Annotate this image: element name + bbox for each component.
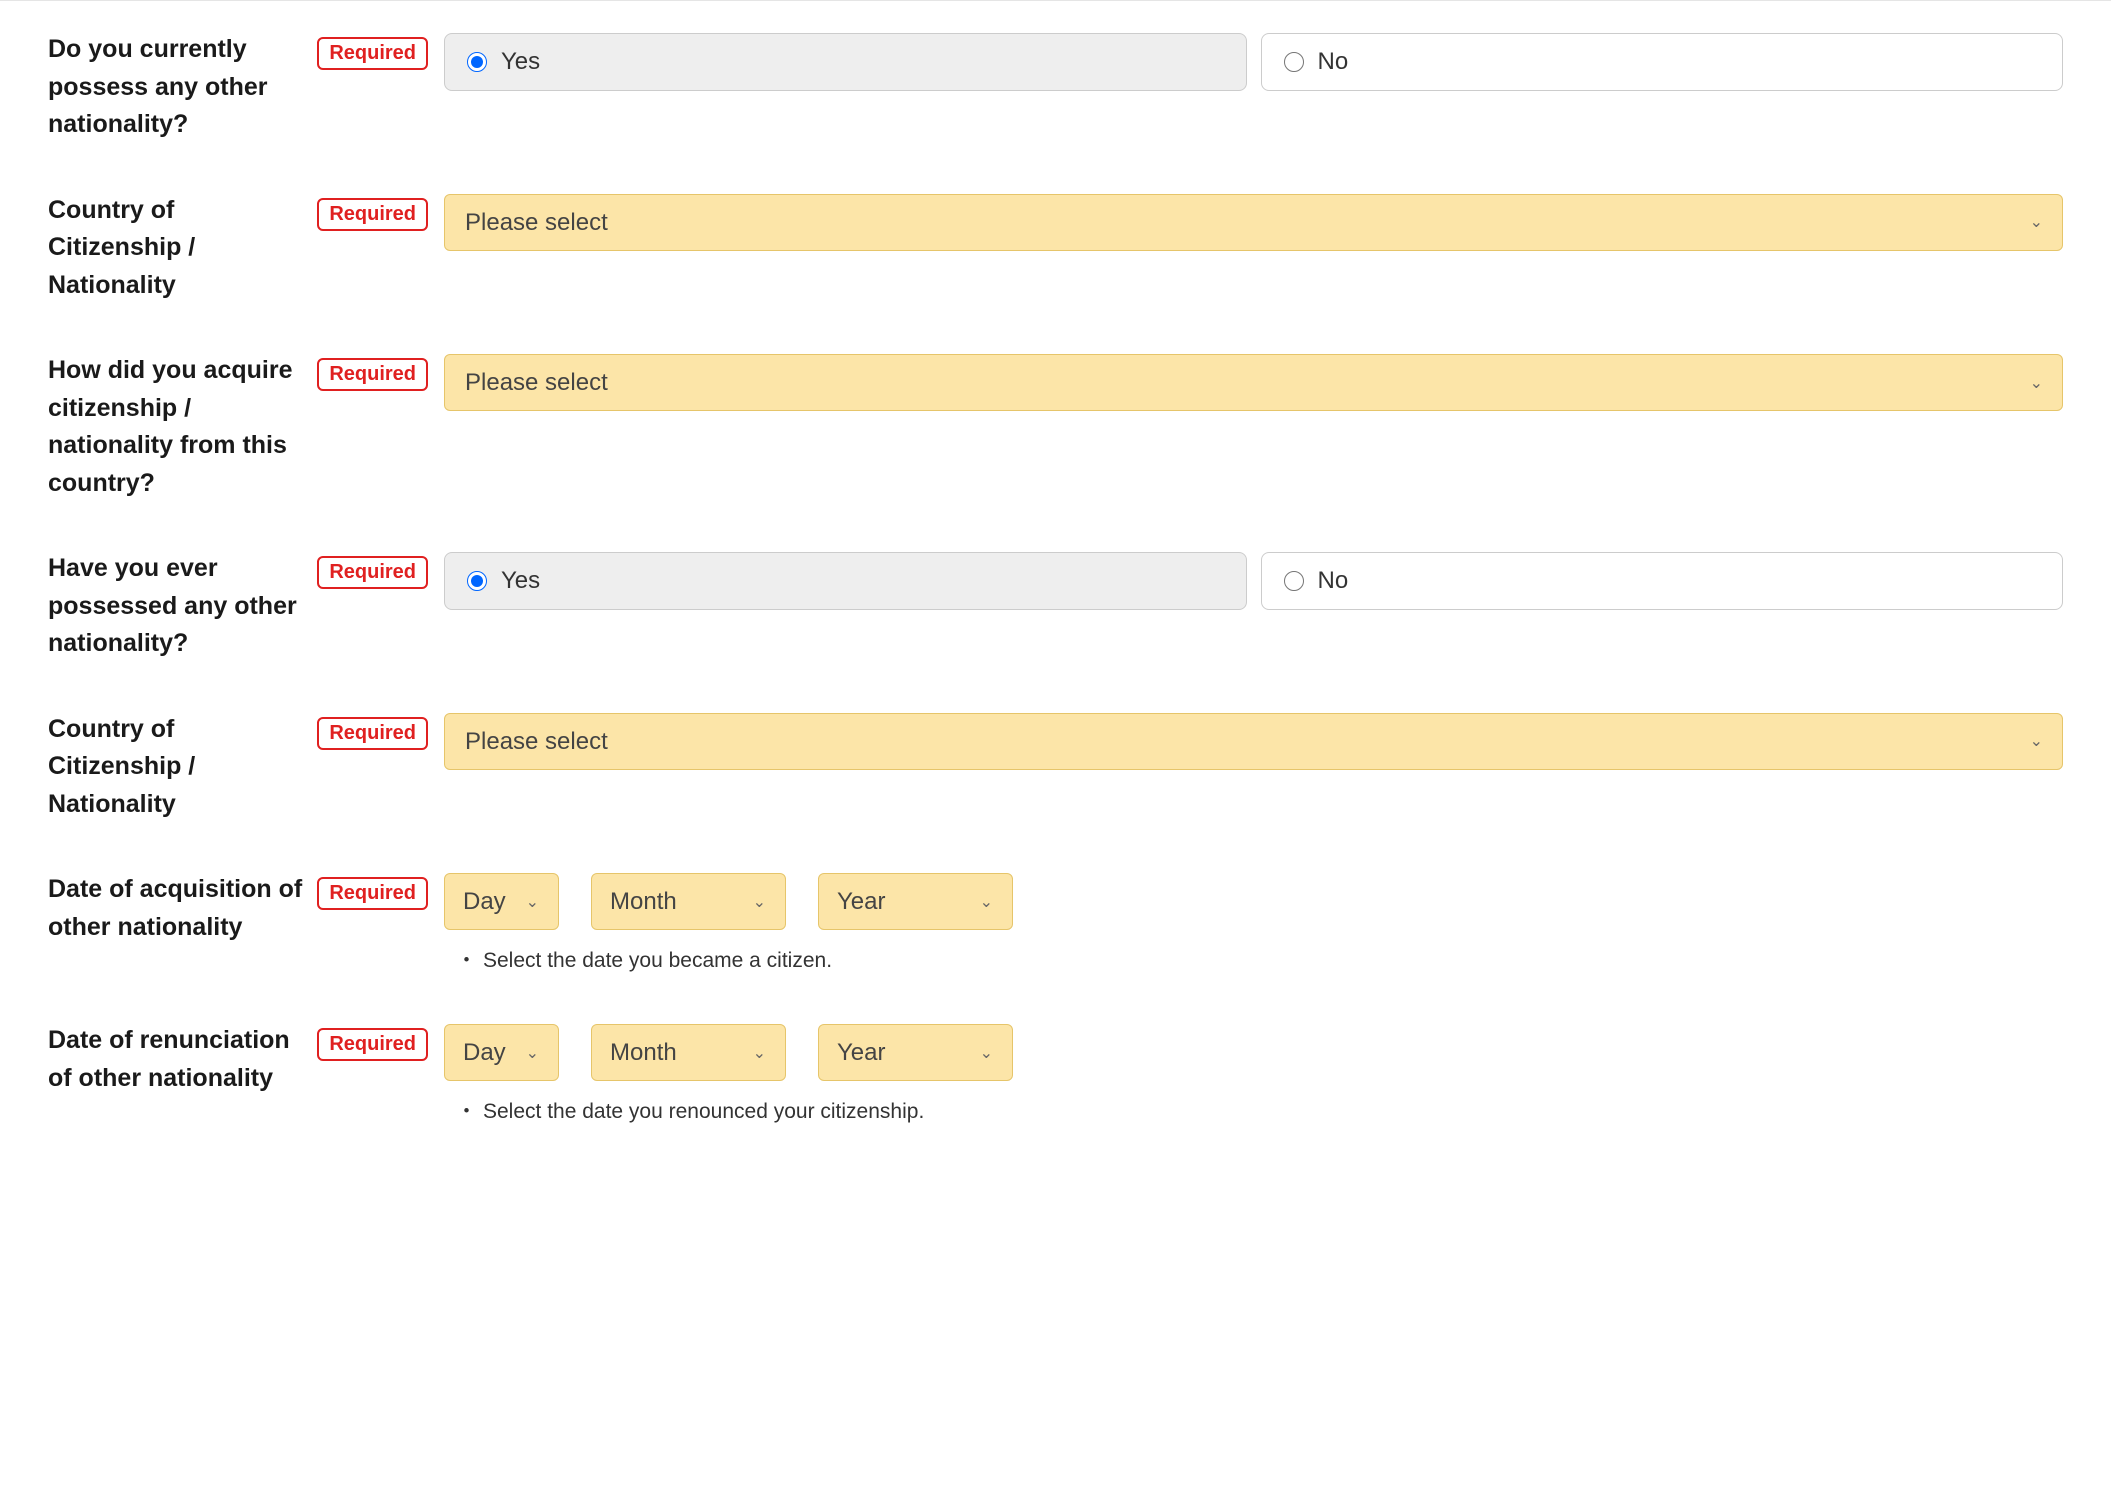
select-month[interactable]: Month bbox=[591, 873, 786, 930]
required-badge: Required bbox=[317, 37, 428, 70]
hint-text: Select the date you became a citizen. bbox=[444, 944, 2063, 974]
input-col: Yes No bbox=[444, 31, 2063, 91]
radio-yes-input[interactable] bbox=[467, 571, 487, 591]
select-acquire-how[interactable]: Please select bbox=[444, 354, 2063, 411]
label-col: Country of Citizenship / Nationality Req… bbox=[48, 711, 428, 824]
label-col: Have you ever possessed any other nation… bbox=[48, 550, 428, 663]
radio-yes-label: Yes bbox=[501, 567, 540, 595]
label-col: Date of acquisition of other nationality… bbox=[48, 871, 428, 946]
input-col: Day ⌄ Month ⌄ Year ⌄ Select the date you… bbox=[444, 1022, 2063, 1125]
radio-yes-input[interactable] bbox=[467, 52, 487, 72]
question-label: How did you acquire citizenship / nation… bbox=[48, 352, 303, 502]
row-country-citizenship-2: Country of Citizenship / Nationality Req… bbox=[48, 711, 2063, 824]
input-col: Please select ⌄ bbox=[444, 192, 2063, 251]
select-wrap-day: Day ⌄ bbox=[444, 873, 559, 930]
question-label: Do you currently possess any other natio… bbox=[48, 31, 303, 144]
hint-text: Select the date you renounced your citiz… bbox=[444, 1095, 2063, 1125]
question-label: Have you ever possessed any other nation… bbox=[48, 550, 303, 663]
date-selects: Day ⌄ Month ⌄ Year ⌄ bbox=[444, 873, 2063, 930]
select-wrap-year: Year ⌄ bbox=[818, 1024, 1013, 1081]
row-country-citizenship-1: Country of Citizenship / Nationality Req… bbox=[48, 192, 2063, 305]
select-wrap: Please select ⌄ bbox=[444, 713, 2063, 770]
input-col: Please select ⌄ bbox=[444, 352, 2063, 411]
radio-no[interactable]: No bbox=[1261, 33, 2064, 91]
select-country-2[interactable]: Please select bbox=[444, 713, 2063, 770]
radio-no-input[interactable] bbox=[1284, 571, 1304, 591]
required-badge: Required bbox=[317, 198, 428, 231]
radio-no-input[interactable] bbox=[1284, 52, 1304, 72]
radio-no-label: No bbox=[1318, 567, 1349, 595]
required-badge: Required bbox=[317, 717, 428, 750]
required-badge: Required bbox=[317, 358, 428, 391]
input-col: Please select ⌄ bbox=[444, 711, 2063, 770]
row-acquire-how: How did you acquire citizenship / nation… bbox=[48, 352, 2063, 502]
required-badge: Required bbox=[317, 877, 428, 910]
radio-yes[interactable]: Yes bbox=[444, 552, 1247, 610]
label-col: Country of Citizenship / Nationality Req… bbox=[48, 192, 428, 305]
row-ever-possessed-other: Have you ever possessed any other nation… bbox=[48, 550, 2063, 663]
select-year[interactable]: Year bbox=[818, 873, 1013, 930]
question-label: Date of renunciation of other nationalit… bbox=[48, 1022, 303, 1097]
select-wrap: Please select ⌄ bbox=[444, 354, 2063, 411]
select-month[interactable]: Month bbox=[591, 1024, 786, 1081]
question-label: Country of Citizenship / Nationality bbox=[48, 192, 303, 305]
question-label: Country of Citizenship / Nationality bbox=[48, 711, 303, 824]
select-day[interactable]: Day bbox=[444, 873, 559, 930]
label-col: Do you currently possess any other natio… bbox=[48, 31, 428, 144]
select-day[interactable]: Day bbox=[444, 1024, 559, 1081]
row-date-renunciation: Date of renunciation of other nationalit… bbox=[48, 1022, 2063, 1125]
select-wrap-month: Month ⌄ bbox=[591, 1024, 786, 1081]
required-badge: Required bbox=[317, 1028, 428, 1061]
radio-yes[interactable]: Yes bbox=[444, 33, 1247, 91]
row-possess-other-nationality: Do you currently possess any other natio… bbox=[48, 31, 2063, 144]
radio-group-possess-other: Yes No bbox=[444, 33, 2063, 91]
select-year[interactable]: Year bbox=[818, 1024, 1013, 1081]
select-wrap-year: Year ⌄ bbox=[818, 873, 1013, 930]
radio-yes-label: Yes bbox=[501, 48, 540, 76]
select-wrap-day: Day ⌄ bbox=[444, 1024, 559, 1081]
label-col: How did you acquire citizenship / nation… bbox=[48, 352, 428, 502]
input-col: Yes No bbox=[444, 550, 2063, 610]
select-country-1[interactable]: Please select bbox=[444, 194, 2063, 251]
radio-no-label: No bbox=[1318, 48, 1349, 76]
date-selects: Day ⌄ Month ⌄ Year ⌄ bbox=[444, 1024, 2063, 1081]
radio-no[interactable]: No bbox=[1261, 552, 2064, 610]
question-label: Date of acquisition of other nationality bbox=[48, 871, 303, 946]
label-col: Date of renunciation of other nationalit… bbox=[48, 1022, 428, 1097]
radio-group-ever-possessed: Yes No bbox=[444, 552, 2063, 610]
select-wrap-month: Month ⌄ bbox=[591, 873, 786, 930]
input-col: Day ⌄ Month ⌄ Year ⌄ Select the date you… bbox=[444, 871, 2063, 974]
row-date-acquisition: Date of acquisition of other nationality… bbox=[48, 871, 2063, 974]
select-wrap: Please select ⌄ bbox=[444, 194, 2063, 251]
required-badge: Required bbox=[317, 556, 428, 589]
